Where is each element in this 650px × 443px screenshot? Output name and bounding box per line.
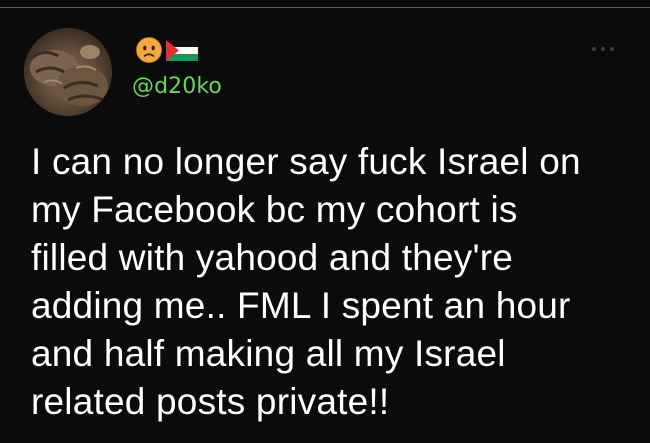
avatar[interactable] <box>24 28 112 116</box>
cat-photo-avatar-icon <box>24 28 112 116</box>
more-dot <box>610 47 614 51</box>
more-dot <box>601 47 605 51</box>
more-dot <box>592 47 596 51</box>
more-options-icon[interactable] <box>592 44 622 54</box>
author-handle[interactable]: @d20ko <box>132 72 222 102</box>
top-divider <box>0 7 650 8</box>
profile-badges <box>136 36 198 64</box>
palestine-flag-icon <box>166 39 198 61</box>
tweet-text: I can no longer say fuck Israel on my Fa… <box>31 141 581 422</box>
frowning-face-emoji-icon <box>136 37 162 63</box>
